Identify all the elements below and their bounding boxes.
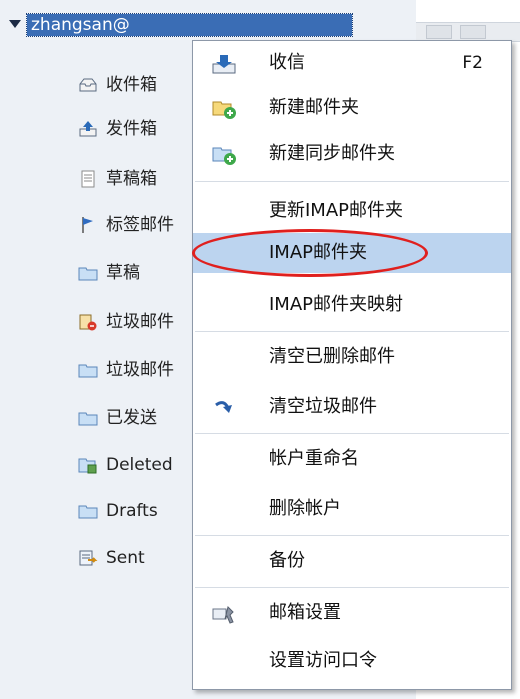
folder-label: 标签邮件 bbox=[106, 215, 174, 235]
folder-icon bbox=[78, 505, 98, 519]
folder-item[interactable]: 已发送 bbox=[76, 403, 206, 433]
sent-folder-icon bbox=[79, 550, 98, 566]
folder-label: 已发送 bbox=[106, 408, 157, 428]
shortcut-label: F2 bbox=[462, 53, 483, 73]
draft-box-icon bbox=[81, 170, 95, 188]
folder-label: Sent bbox=[106, 548, 145, 568]
folder-icon bbox=[78, 267, 98, 281]
folder-label: 草稿 bbox=[106, 263, 140, 283]
folder-item[interactable]: 草稿箱 bbox=[76, 164, 206, 194]
menu-label: 邮箱设置 bbox=[269, 602, 341, 623]
menu-item-mailbox-settings[interactable]: 邮箱设置 bbox=[193, 593, 511, 633]
receive-mail-icon bbox=[212, 55, 236, 74]
account-node[interactable]: zhangsan@ bbox=[26, 13, 353, 37]
new-folder-icon bbox=[212, 101, 236, 119]
menu-item-empty-deleted[interactable]: 清空已删除邮件 bbox=[193, 337, 511, 377]
context-menu: 收信 F2 新建邮件夹 新建同步邮件夹 更新IMAP邮件夹 IMAP邮件夹 IM… bbox=[192, 40, 512, 690]
menu-label: 帐户重命名 bbox=[269, 448, 359, 469]
menu-label: 更新IMAP邮件夹 bbox=[269, 200, 404, 221]
outbox-icon bbox=[79, 121, 97, 137]
menu-item-set-access-password[interactable]: 设置访问口令 bbox=[193, 641, 511, 681]
menu-item-delete-account[interactable]: 删除帐户 bbox=[193, 489, 511, 529]
menu-separator bbox=[195, 535, 509, 536]
folder-label: 垃圾邮件 bbox=[106, 312, 174, 332]
menu-label: 新建同步邮件夹 bbox=[269, 143, 395, 164]
menu-label: 收信 bbox=[269, 52, 305, 73]
menu-item-receive[interactable]: 收信 F2 bbox=[193, 43, 511, 83]
menu-item-update-imap-folders[interactable]: 更新IMAP邮件夹 bbox=[193, 191, 511, 231]
folder-item[interactable]: 发件箱 bbox=[76, 114, 206, 144]
folder-item[interactable]: 垃圾邮件 bbox=[76, 355, 206, 385]
trash-folder-icon bbox=[78, 458, 97, 474]
toolbar-button[interactable] bbox=[426, 25, 452, 39]
menu-item-empty-junk[interactable]: 清空垃圾邮件 bbox=[193, 387, 511, 427]
menu-item-imap-folder-mapping[interactable]: IMAP邮件夹映射 bbox=[193, 285, 511, 325]
folder-label: Drafts bbox=[106, 501, 158, 521]
menu-item-new-sync-folder[interactable]: 新建同步邮件夹 bbox=[193, 134, 511, 174]
folder-icon bbox=[78, 364, 98, 378]
collapse-arrow-icon[interactable] bbox=[9, 20, 21, 28]
menu-separator bbox=[195, 587, 509, 588]
folder-label: 草稿箱 bbox=[106, 169, 157, 189]
folder-item[interactable]: Drafts bbox=[76, 496, 206, 526]
inbox-icon bbox=[79, 78, 97, 92]
junk-icon bbox=[79, 314, 97, 331]
menu-label: 设置访问口令 bbox=[269, 650, 377, 671]
toolbar-button[interactable] bbox=[460, 25, 486, 39]
folder-label: Deleted bbox=[106, 455, 173, 475]
folder-label: 发件箱 bbox=[106, 119, 157, 139]
menu-separator bbox=[195, 331, 509, 332]
menu-item-rename-account[interactable]: 帐户重命名 bbox=[193, 439, 511, 479]
menu-label: 新建邮件夹 bbox=[269, 97, 359, 118]
menu-label: 删除帐户 bbox=[269, 498, 341, 519]
menu-label: 备份 bbox=[269, 550, 305, 571]
folder-icon bbox=[78, 412, 98, 426]
folder-item[interactable]: 标签邮件 bbox=[76, 210, 206, 240]
folder-item[interactable]: 垃圾邮件 bbox=[76, 307, 206, 337]
annotation-oval bbox=[192, 229, 428, 277]
folder-item[interactable]: Deleted bbox=[76, 450, 206, 480]
menu-separator bbox=[195, 181, 509, 182]
menu-item-backup[interactable]: 备份 bbox=[193, 541, 511, 581]
mailbox-settings-icon bbox=[212, 606, 234, 624]
toolbar-strip bbox=[416, 22, 520, 42]
menu-separator bbox=[195, 433, 509, 434]
flag-icon bbox=[82, 217, 93, 233]
curved-arrow-icon bbox=[215, 401, 232, 413]
menu-label: 清空垃圾邮件 bbox=[269, 396, 377, 417]
folder-label: 垃圾邮件 bbox=[106, 360, 174, 380]
new-sync-folder-icon bbox=[212, 147, 236, 165]
menu-label: 清空已删除邮件 bbox=[269, 346, 395, 367]
folder-label: 收件箱 bbox=[106, 75, 157, 95]
folder-item[interactable]: 收件箱 bbox=[76, 70, 206, 100]
folder-item[interactable]: 草稿 bbox=[76, 258, 206, 288]
folder-item[interactable]: Sent bbox=[76, 543, 206, 573]
menu-label: IMAP邮件夹映射 bbox=[269, 294, 404, 315]
account-name: zhangsan@ bbox=[31, 15, 130, 35]
menu-item-new-folder[interactable]: 新建邮件夹 bbox=[193, 88, 511, 128]
